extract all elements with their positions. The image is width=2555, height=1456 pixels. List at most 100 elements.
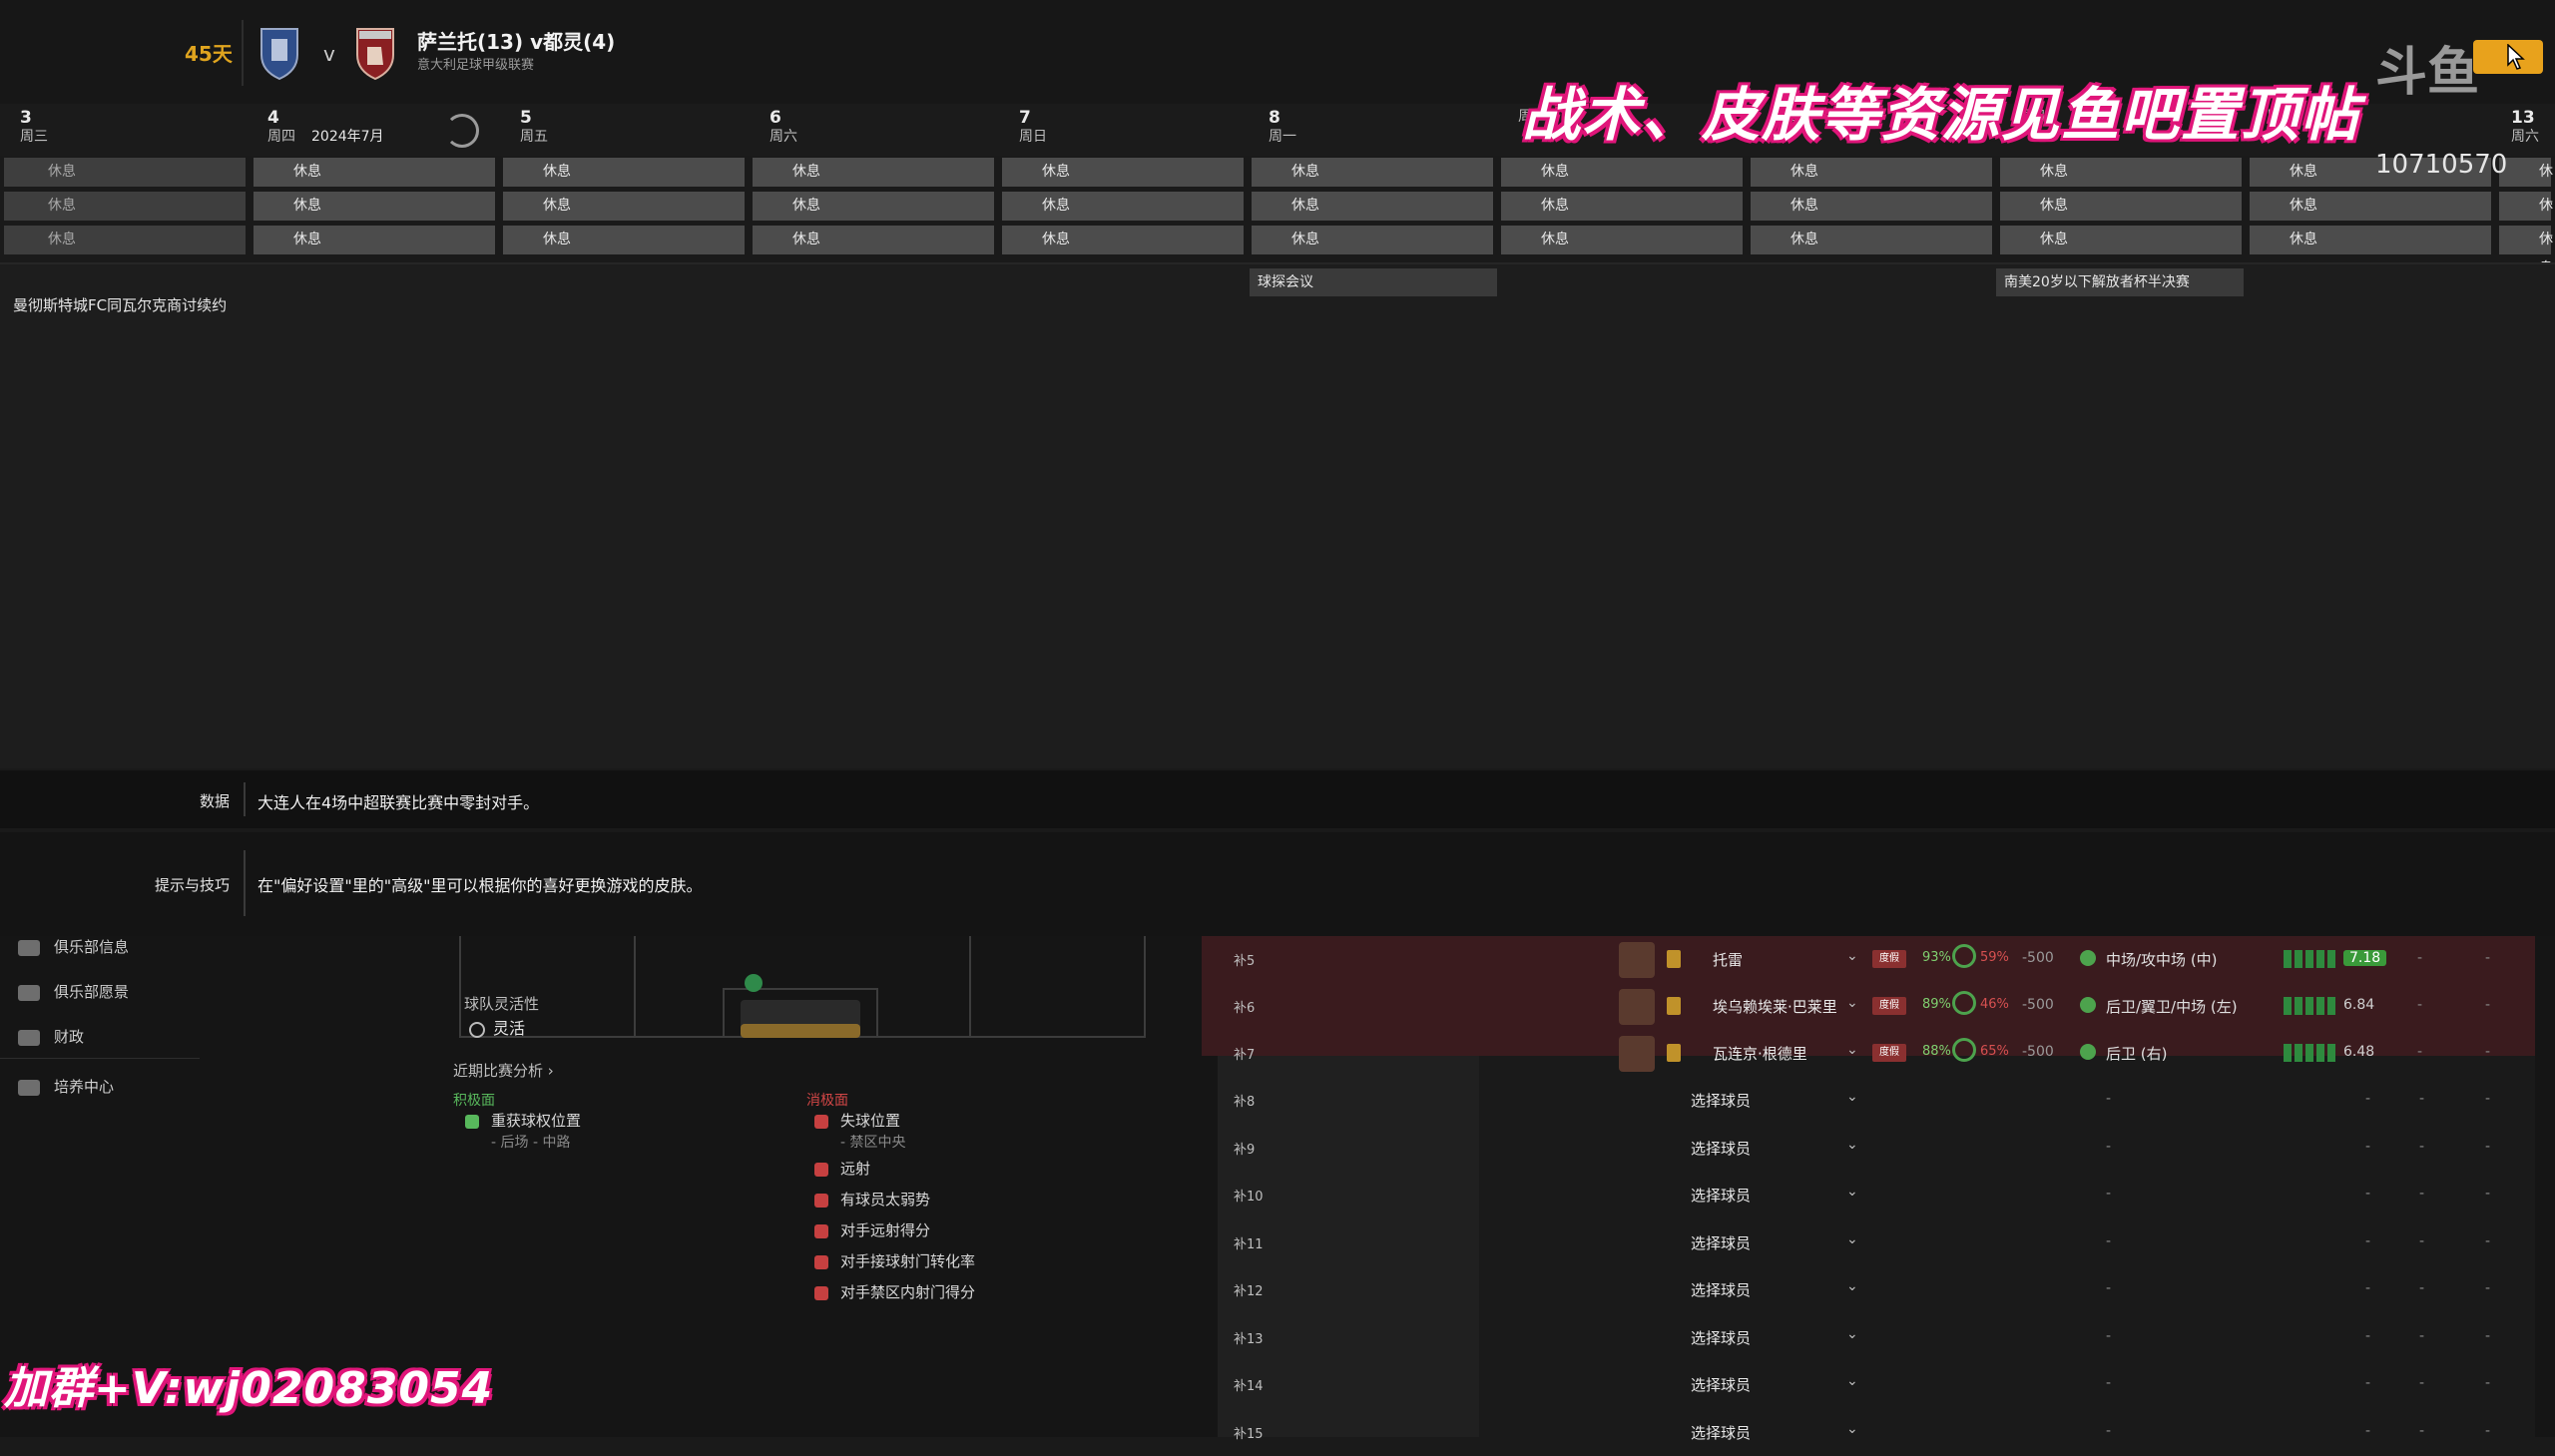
sidebar-item-club-vision[interactable]: 俱乐部愿景: [18, 981, 129, 1002]
calendar-rest-cell[interactable]: 休息: [503, 226, 745, 254]
calendar-rest-cell[interactable]: 休息: [1501, 192, 1743, 221]
slot-label: 补8: [1234, 1095, 1256, 1110]
calendar-day[interactable]: 7 周日: [1019, 108, 1259, 146]
player-name[interactable]: 瓦连京·根德里: [1713, 1043, 1807, 1064]
calendar-rest-cell[interactable]: 休息: [1501, 158, 1743, 187]
shield-icon: [18, 939, 40, 956]
calendar-day[interactable]: 13 周六: [2511, 108, 2551, 146]
squad-row[interactable]: 补5 托雷 ⌄ 度假 93% 59% -500 中场/攻中场 (中) 7.18 - -: [1218, 936, 2535, 983]
calendar-rest-cell[interactable]: 休息: [1501, 226, 1743, 254]
calendar-rest-cell[interactable]: 休息: [2499, 226, 2553, 276]
calendar-rest-cell[interactable]: 休息: [2250, 192, 2491, 221]
stat-dash: -: [2106, 1186, 2112, 1202]
select-player-dropdown[interactable]: 选择球员: [1691, 1374, 1751, 1395]
chevron-down-icon[interactable]: ⌄: [1846, 1373, 1858, 1389]
select-player-dropdown[interactable]: 选择球员: [1691, 1279, 1751, 1300]
finance-icon: [18, 1029, 40, 1046]
calendar-rest-cell[interactable]: 休息: [2000, 192, 2242, 221]
calendar-rest-cell[interactable]: 休息: [753, 158, 994, 187]
calendar-rest-cell[interactable]: 休息: [1002, 192, 1244, 221]
chevron-down-icon[interactable]: ⌄: [1846, 1042, 1858, 1058]
squad-row-empty[interactable]: 补12 选择球员 ⌄ - - - -: [1218, 1266, 2535, 1313]
squad-row[interactable]: 补7 瓦连京·根德里 ⌄ 度假 88% 65% -500 后卫 (右) 6.48 - -: [1218, 1030, 2535, 1077]
sharpness-ring-icon: [1952, 1038, 1976, 1062]
sidebar-item-finance[interactable]: 财政: [18, 1026, 84, 1047]
recent-analysis-link[interactable]: 近期比赛分析 ›: [453, 1060, 554, 1081]
select-player-dropdown[interactable]: 选择球员: [1691, 1422, 1751, 1443]
stat-dash: -: [2106, 1138, 2112, 1155]
chevron-down-icon[interactable]: ⌄: [1846, 995, 1858, 1011]
mentality-value[interactable]: 灵活: [469, 1015, 525, 1039]
negatives-title: 消极面: [806, 1093, 848, 1109]
player-face-icon: [1619, 1036, 1655, 1072]
calendar-rest-cell[interactable]: 休息: [1002, 226, 1244, 254]
squad-row-empty[interactable]: 补15 选择球员 ⌄ - - - -: [1218, 1409, 2535, 1456]
thumbs-down-icon: [814, 1193, 828, 1208]
calendar-rest-cell[interactable]: 休息: [2000, 158, 2242, 187]
loading-icon: [445, 114, 479, 148]
calendar-rest-cell[interactable]: 休息: [4, 192, 246, 221]
mentality-label: 球队灵活性: [464, 995, 540, 1013]
squad-row-empty[interactable]: 补10 选择球员 ⌄ - - - -: [1218, 1172, 2535, 1218]
calendar-rest-cell[interactable]: 休息: [1252, 192, 1493, 221]
player-rating: 6.48: [2343, 1044, 2375, 1060]
calendar-rest-cell[interactable]: 休息: [2499, 192, 2553, 243]
select-player-dropdown[interactable]: 选择球员: [1691, 1232, 1751, 1253]
calendar-rest-cell[interactable]: 休息: [1751, 192, 1992, 221]
chevron-down-icon[interactable]: ⌄: [1846, 1278, 1858, 1294]
select-player-dropdown[interactable]: 选择球员: [1691, 1185, 1751, 1206]
chevron-down-icon[interactable]: ⌄: [1846, 1231, 1858, 1247]
calendar-day[interactable]: 6 周六: [769, 108, 1009, 146]
slot-label: 补11: [1234, 1236, 1264, 1252]
chevron-down-icon[interactable]: ⌄: [1846, 1421, 1858, 1437]
condition-badge: 度假: [1872, 1044, 1906, 1062]
player-name[interactable]: 托雷: [1713, 949, 1743, 970]
sidebar-item-club-info[interactable]: 俱乐部信息: [18, 936, 129, 957]
calendar-rest-cell[interactable]: 休息: [753, 192, 994, 221]
calendar-rest-cell[interactable]: 休息: [1252, 226, 1493, 254]
match-title[interactable]: 萨兰托(13) v都灵(4): [417, 26, 615, 55]
calendar-rest-cell[interactable]: 休息: [4, 226, 246, 254]
calendar-day[interactable]: 8 周一: [1269, 108, 1508, 146]
calendar-rest-cell[interactable]: 休息: [254, 192, 495, 221]
event-tournament[interactable]: 南美20岁以下解放者杯半决赛: [1996, 268, 2244, 296]
chevron-down-icon[interactable]: ⌄: [1846, 1089, 1858, 1105]
calendar-day[interactable]: 3 周三: [20, 108, 259, 146]
calendar-rest-cell[interactable]: 休息: [753, 226, 994, 254]
calendar-rest-cell[interactable]: 休息: [503, 192, 745, 221]
squad-row[interactable]: 补6 埃乌赖埃莱·巴莱里 ⌄ 度假 89% 46% -500 后卫/翼卫/中场 (左) 6.84…: [1218, 983, 2535, 1030]
squad-row-empty[interactable]: 补14 选择球员 ⌄ - - - -: [1218, 1361, 2535, 1408]
chevron-down-icon[interactable]: ⌄: [1846, 1184, 1858, 1200]
fitness-value: 88%: [1922, 1044, 1951, 1059]
squad-row-empty[interactable]: 补11 选择球员 ⌄ - - - -: [1218, 1219, 2535, 1266]
calendar-rest-cell[interactable]: 休息: [1751, 158, 1992, 187]
chevron-down-icon[interactable]: ⌄: [1846, 1326, 1858, 1342]
select-player-dropdown[interactable]: 选择球员: [1691, 1138, 1751, 1159]
event-scout-meeting[interactable]: 球探会议: [1250, 268, 1497, 296]
calendar-rest-cell[interactable]: 休息: [254, 158, 495, 187]
stat-dash: -: [2365, 1091, 2371, 1107]
calendar-rest-cell[interactable]: 休息: [1751, 226, 1992, 254]
news-item[interactable]: 曼彻斯特城FC同瓦尔克商讨续约: [13, 295, 233, 316]
select-player-dropdown[interactable]: 选择球员: [1691, 1090, 1751, 1111]
chevron-down-icon[interactable]: ⌄: [1846, 948, 1858, 964]
calendar-rest-cell[interactable]: 休息: [2250, 226, 2491, 254]
away-crest-icon[interactable]: [353, 25, 397, 81]
select-player-dropdown[interactable]: 选择球员: [1691, 1327, 1751, 1348]
squad-row-empty[interactable]: 补8 选择球员 ⌄ - - - -: [1218, 1077, 2535, 1124]
sidebar-item-development[interactable]: 培养中心: [18, 1076, 114, 1097]
player-name[interactable]: 埃乌赖埃莱·巴莱里: [1713, 996, 1837, 1017]
calendar-rest-cell[interactable]: 休息: [254, 226, 495, 254]
home-crest-icon[interactable]: [257, 25, 301, 81]
calendar-rest-cell[interactable]: 休息: [2000, 226, 2242, 254]
stat-dash: -: [2485, 1091, 2491, 1107]
squad-row-empty[interactable]: 补13 选择球员 ⌄ - - - -: [1218, 1314, 2535, 1361]
chevron-down-icon[interactable]: ⌄: [1846, 1137, 1858, 1153]
calendar-rest-cell[interactable]: 休息: [1252, 158, 1493, 187]
stat-dash: -: [2419, 1422, 2425, 1439]
calendar-rest-cell[interactable]: 休息: [1002, 158, 1244, 187]
calendar-day[interactable]: 5 周五: [520, 108, 760, 146]
calendar-rest-cell[interactable]: 休息: [4, 158, 246, 187]
calendar-rest-cell[interactable]: 休息: [503, 158, 745, 187]
squad-row-empty[interactable]: 补9 选择球员 ⌄ - - - -: [1218, 1125, 2535, 1172]
